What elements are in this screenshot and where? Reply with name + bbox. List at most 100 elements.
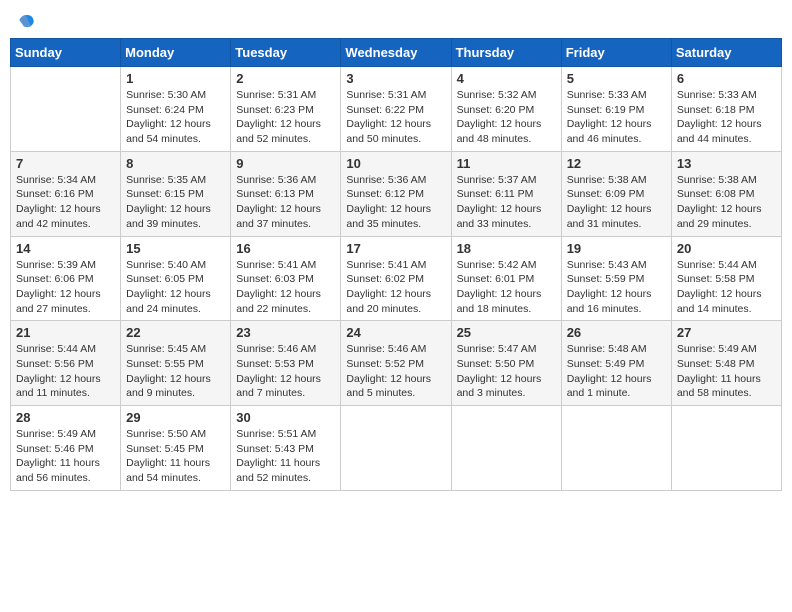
day-cell-7: 7 Sunrise: 5:34 AM Sunset: 6:16 PM Daylig… <box>11 151 121 236</box>
day-number: 12 <box>567 156 666 171</box>
day-info: Sunrise: 5:42 AM Sunset: 6:01 PM Dayligh… <box>457 258 556 317</box>
day-cell-16: 16 Sunrise: 5:41 AM Sunset: 6:03 PM Dayli… <box>231 236 341 321</box>
day-cell-27: 27 Sunrise: 5:49 AM Sunset: 5:48 PM Dayli… <box>671 321 781 406</box>
empty-cell <box>561 406 671 491</box>
empty-cell <box>11 67 121 152</box>
day-info: Sunrise: 5:40 AM Sunset: 6:05 PM Dayligh… <box>126 258 225 317</box>
day-number: 25 <box>457 325 556 340</box>
day-number: 28 <box>16 410 115 425</box>
day-number: 20 <box>677 241 776 256</box>
day-number: 13 <box>677 156 776 171</box>
day-number: 16 <box>236 241 335 256</box>
day-cell-5: 5 Sunrise: 5:33 AM Sunset: 6:19 PM Daylig… <box>561 67 671 152</box>
week-row-3: 14 Sunrise: 5:39 AM Sunset: 6:06 PM Dayli… <box>11 236 782 321</box>
day-info: Sunrise: 5:33 AM Sunset: 6:19 PM Dayligh… <box>567 88 666 147</box>
day-cell-3: 3 Sunrise: 5:31 AM Sunset: 6:22 PM Daylig… <box>341 67 451 152</box>
day-number: 19 <box>567 241 666 256</box>
day-info: Sunrise: 5:49 AM Sunset: 5:48 PM Dayligh… <box>677 342 776 401</box>
day-cell-6: 6Sunrise: 5:33 AM Sunset: 6:18 PM Daylig… <box>671 67 781 152</box>
day-number: 30 <box>236 410 335 425</box>
empty-cell <box>671 406 781 491</box>
day-info: Sunrise: 5:38 AM Sunset: 6:09 PM Dayligh… <box>567 173 666 232</box>
logo <box>14 10 38 30</box>
day-info: Sunrise: 5:46 AM Sunset: 5:52 PM Dayligh… <box>346 342 445 401</box>
day-cell-21: 21 Sunrise: 5:44 AM Sunset: 5:56 PM Dayli… <box>11 321 121 406</box>
day-cell-24: 24 Sunrise: 5:46 AM Sunset: 5:52 PM Dayli… <box>341 321 451 406</box>
day-info: Sunrise: 5:41 AM Sunset: 6:03 PM Dayligh… <box>236 258 335 317</box>
week-row-5: 28 Sunrise: 5:49 AM Sunset: 5:46 PM Dayli… <box>11 406 782 491</box>
day-info: Sunrise: 5:44 AM Sunset: 5:56 PM Dayligh… <box>16 342 115 401</box>
day-number: 9 <box>236 156 335 171</box>
day-info: Sunrise: 5:51 AM Sunset: 5:43 PM Dayligh… <box>236 427 335 486</box>
day-number: 29 <box>126 410 225 425</box>
empty-cell <box>451 406 561 491</box>
day-info: Sunrise: 5:33 AM Sunset: 6:18 PM Dayligh… <box>677 88 776 147</box>
day-info: Sunrise: 5:39 AM Sunset: 6:06 PM Dayligh… <box>16 258 115 317</box>
day-cell-30: 30 Sunrise: 5:51 AM Sunset: 5:43 PM Dayli… <box>231 406 341 491</box>
logo-icon <box>16 10 36 30</box>
day-cell-20: 20 Sunrise: 5:44 AM Sunset: 5:58 PM Dayli… <box>671 236 781 321</box>
week-row-1: 1 Sunrise: 5:30 AM Sunset: 6:24 PM Daylig… <box>11 67 782 152</box>
day-info: Sunrise: 5:44 AM Sunset: 5:58 PM Dayligh… <box>677 258 776 317</box>
day-number: 10 <box>346 156 445 171</box>
day-info: Sunrise: 5:37 AM Sunset: 6:11 PM Dayligh… <box>457 173 556 232</box>
header-monday: Monday <box>121 39 231 67</box>
day-number: 21 <box>16 325 115 340</box>
day-cell-18: 18Sunrise: 5:42 AM Sunset: 6:01 PM Dayli… <box>451 236 561 321</box>
day-number: 5 <box>567 71 666 86</box>
day-number: 23 <box>236 325 335 340</box>
day-number: 14 <box>16 241 115 256</box>
day-cell-2: 2 Sunrise: 5:31 AM Sunset: 6:23 PM Daylig… <box>231 67 341 152</box>
header-tuesday: Tuesday <box>231 39 341 67</box>
day-cell-29: 29 Sunrise: 5:50 AM Sunset: 5:45 PM Dayli… <box>121 406 231 491</box>
day-info: Sunrise: 5:34 AM Sunset: 6:16 PM Dayligh… <box>16 173 115 232</box>
day-info: Sunrise: 5:47 AM Sunset: 5:50 PM Dayligh… <box>457 342 556 401</box>
day-number: 17 <box>346 241 445 256</box>
day-number: 1 <box>126 71 225 86</box>
day-cell-11: 11 Sunrise: 5:37 AM Sunset: 6:11 PM Dayli… <box>451 151 561 236</box>
day-info: Sunrise: 5:38 AM Sunset: 6:08 PM Dayligh… <box>677 173 776 232</box>
day-info: Sunrise: 5:45 AM Sunset: 5:55 PM Dayligh… <box>126 342 225 401</box>
day-number: 7 <box>16 156 115 171</box>
calendar-header-row: SundayMondayTuesdayWednesdayThursdayFrid… <box>11 39 782 67</box>
day-number: 3 <box>346 71 445 86</box>
day-cell-13: 13 Sunrise: 5:38 AM Sunset: 6:08 PM Dayli… <box>671 151 781 236</box>
day-number: 26 <box>567 325 666 340</box>
day-info: Sunrise: 5:36 AM Sunset: 6:12 PM Dayligh… <box>346 173 445 232</box>
day-cell-8: 8Sunrise: 5:35 AM Sunset: 6:15 PM Daylig… <box>121 151 231 236</box>
week-row-2: 7 Sunrise: 5:34 AM Sunset: 6:16 PM Daylig… <box>11 151 782 236</box>
day-info: Sunrise: 5:32 AM Sunset: 6:20 PM Dayligh… <box>457 88 556 147</box>
day-cell-10: 10 Sunrise: 5:36 AM Sunset: 6:12 PM Dayli… <box>341 151 451 236</box>
day-info: Sunrise: 5:48 AM Sunset: 5:49 PM Dayligh… <box>567 342 666 401</box>
day-info: Sunrise: 5:49 AM Sunset: 5:46 PM Dayligh… <box>16 427 115 486</box>
day-info: Sunrise: 5:46 AM Sunset: 5:53 PM Dayligh… <box>236 342 335 401</box>
day-number: 11 <box>457 156 556 171</box>
day-number: 8 <box>126 156 225 171</box>
header-sunday: Sunday <box>11 39 121 67</box>
day-cell-14: 14 Sunrise: 5:39 AM Sunset: 6:06 PM Dayli… <box>11 236 121 321</box>
day-info: Sunrise: 5:43 AM Sunset: 5:59 PM Dayligh… <box>567 258 666 317</box>
day-info: Sunrise: 5:30 AM Sunset: 6:24 PM Dayligh… <box>126 88 225 147</box>
day-cell-26: 26 Sunrise: 5:48 AM Sunset: 5:49 PM Dayli… <box>561 321 671 406</box>
day-info: Sunrise: 5:36 AM Sunset: 6:13 PM Dayligh… <box>236 173 335 232</box>
day-info: Sunrise: 5:50 AM Sunset: 5:45 PM Dayligh… <box>126 427 225 486</box>
header-thursday: Thursday <box>451 39 561 67</box>
day-number: 4 <box>457 71 556 86</box>
header-friday: Friday <box>561 39 671 67</box>
day-number: 22 <box>126 325 225 340</box>
day-cell-15: 15Sunrise: 5:40 AM Sunset: 6:05 PM Dayli… <box>121 236 231 321</box>
day-number: 24 <box>346 325 445 340</box>
day-number: 2 <box>236 71 335 86</box>
day-number: 27 <box>677 325 776 340</box>
day-info: Sunrise: 5:31 AM Sunset: 6:22 PM Dayligh… <box>346 88 445 147</box>
page-header <box>10 10 782 30</box>
day-info: Sunrise: 5:31 AM Sunset: 6:23 PM Dayligh… <box>236 88 335 147</box>
day-cell-1: 1 Sunrise: 5:30 AM Sunset: 6:24 PM Daylig… <box>121 67 231 152</box>
day-info: Sunrise: 5:41 AM Sunset: 6:02 PM Dayligh… <box>346 258 445 317</box>
day-cell-12: 12 Sunrise: 5:38 AM Sunset: 6:09 PM Dayli… <box>561 151 671 236</box>
header-saturday: Saturday <box>671 39 781 67</box>
calendar-table: SundayMondayTuesdayWednesdayThursdayFrid… <box>10 38 782 491</box>
day-cell-23: 23 Sunrise: 5:46 AM Sunset: 5:53 PM Dayli… <box>231 321 341 406</box>
day-cell-25: 25 Sunrise: 5:47 AM Sunset: 5:50 PM Dayli… <box>451 321 561 406</box>
day-cell-17: 17 Sunrise: 5:41 AM Sunset: 6:02 PM Dayli… <box>341 236 451 321</box>
